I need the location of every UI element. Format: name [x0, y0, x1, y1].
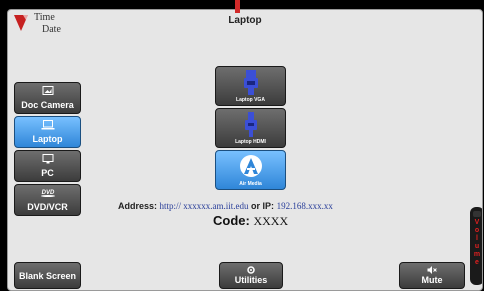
- address-prefix: Address:: [118, 201, 158, 211]
- page-title: Laptop: [228, 15, 262, 26]
- blank-screen-button[interactable]: Blank Screen: [14, 262, 81, 289]
- volume-letter: V: [474, 219, 480, 226]
- image-icon: [42, 86, 53, 95]
- airmedia-icon: [239, 155, 262, 177]
- vga-connector-icon: [243, 70, 258, 95]
- source-label: DVD/VCR: [27, 202, 68, 212]
- code-value: XXXX: [253, 214, 289, 228]
- source-label: Laptop: [32, 134, 63, 144]
- airmedia-address: Address: http:// xxxxxx.am.iit.edu or IP…: [118, 201, 333, 211]
- volume-slider[interactable]: V o l u m e: [470, 207, 482, 285]
- volume-letter: u: [474, 243, 480, 250]
- mute-label: Mute: [421, 275, 443, 285]
- input-label: Air Media: [239, 181, 262, 187]
- monitor-icon: [42, 154, 53, 164]
- input-laptop-hdmi-button[interactable]: Laptop HDMI: [215, 108, 286, 148]
- top-marker: [235, 0, 240, 13]
- utilities-label: Utilities: [234, 275, 268, 285]
- screen: Time Date Laptop Doc Camera Laptop PC DV…: [7, 9, 483, 291]
- touch-panel: Time Date Laptop Doc Camera Laptop PC DV…: [0, 0, 484, 291]
- code-label: Code:: [213, 213, 250, 228]
- blank-screen-label: Blank Screen: [18, 271, 77, 281]
- volume-letter: e: [475, 259, 479, 266]
- address-ip: 192.168.xxx.xx: [276, 201, 333, 211]
- gear-icon: [247, 266, 255, 274]
- laptop-icon: [41, 120, 54, 130]
- mute-button[interactable]: Mute: [399, 262, 465, 289]
- volume-letter: o: [474, 227, 480, 234]
- input-laptop-vga-button[interactable]: Laptop VGA: [215, 66, 286, 106]
- volume-letter: l: [476, 235, 478, 242]
- source-pc-button[interactable]: PC: [14, 150, 81, 182]
- volume-label: V o l u m e: [470, 219, 482, 267]
- source-label: Doc Camera: [21, 100, 74, 110]
- source-doc-camera-button[interactable]: Doc Camera: [14, 82, 81, 114]
- speaker-mute-icon: [427, 266, 437, 274]
- source-dvd-vcr-button[interactable]: DVD DVD/VCR: [14, 184, 81, 216]
- input-label: Laptop VGA: [236, 97, 265, 103]
- source-laptop-button[interactable]: Laptop: [14, 116, 81, 148]
- utilities-button[interactable]: Utilities: [219, 262, 283, 289]
- airmedia-code: Code: XXXX: [213, 213, 288, 229]
- volume-letter: m: [473, 251, 481, 258]
- dvd-icon: DVD: [40, 190, 55, 197]
- volume-knob[interactable]: [473, 211, 481, 217]
- address-or-ip: or IP:: [251, 201, 275, 211]
- input-label: Laptop HDMI: [235, 139, 266, 145]
- input-air-media-button[interactable]: Air Media: [215, 150, 286, 190]
- hdmi-connector-icon: [244, 112, 257, 137]
- address-url: http:// xxxxxx.am.iit.edu: [159, 201, 249, 211]
- source-label: PC: [41, 168, 54, 178]
